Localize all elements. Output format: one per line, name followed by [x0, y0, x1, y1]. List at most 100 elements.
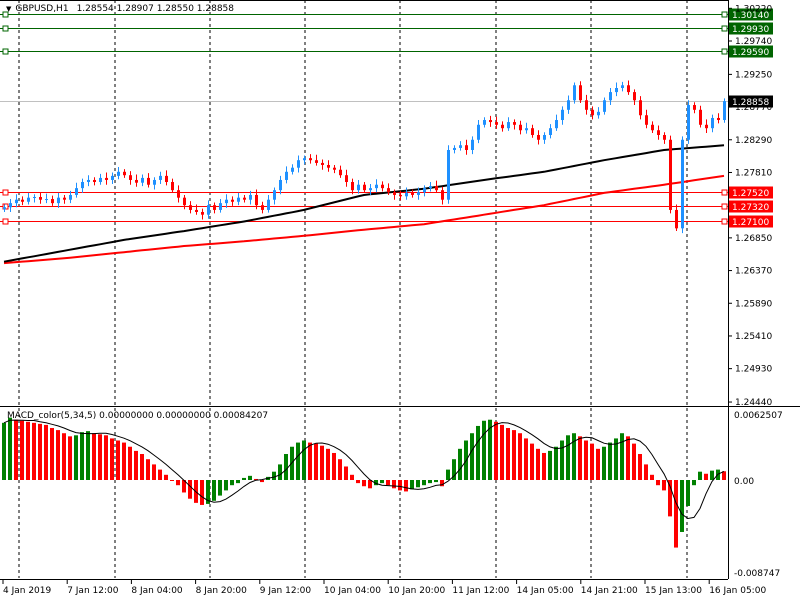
- candle-body: [693, 105, 696, 110]
- macd-bar: [68, 436, 72, 480]
- candle-body: [45, 199, 48, 201]
- time-axis-label: 11 Jan 12:00: [452, 586, 509, 596]
- candle-body: [123, 171, 126, 176]
- macd-bar: [128, 446, 132, 480]
- candle-body: [93, 179, 96, 183]
- macd-bar: [674, 480, 678, 548]
- candle-body: [297, 160, 300, 168]
- candle-body: [213, 205, 216, 210]
- candle-body: [459, 145, 462, 148]
- macd-bar: [614, 438, 618, 480]
- candle-body: [315, 160, 318, 163]
- macd-bar: [284, 454, 288, 480]
- macd-bar: [260, 480, 264, 483]
- candle-body: [351, 182, 354, 191]
- candle-body: [621, 85, 624, 89]
- candle-body: [255, 194, 258, 206]
- macd-bar: [314, 443, 318, 480]
- macd-bar: [86, 431, 90, 480]
- macd-bar: [518, 433, 522, 480]
- candle-body: [333, 167, 336, 170]
- price-tick-label: 1.30220: [735, 4, 772, 14]
- level-price-label: 1.27520: [732, 189, 769, 199]
- macd-bar: [632, 443, 636, 480]
- level-price-label: 1.27100: [732, 218, 769, 228]
- candle-body: [177, 190, 180, 198]
- candle-body: [453, 147, 456, 150]
- current-price-label: 1.28858: [732, 98, 769, 108]
- candle-body: [201, 211, 204, 215]
- candle-body: [141, 177, 144, 183]
- macd-bar: [458, 448, 462, 480]
- dropdown-triangle-icon[interactable]: ▼: [6, 5, 11, 13]
- macd-histogram: [2, 417, 726, 548]
- candle-body: [321, 162, 324, 165]
- candle-body: [231, 199, 234, 202]
- macd-bar: [470, 433, 474, 480]
- macd-bar: [356, 480, 360, 484]
- candle-body: [615, 88, 618, 93]
- level-handle-left: [2, 25, 9, 32]
- time-axis-label: 14 Jan 21:00: [581, 586, 638, 596]
- macd-bar: [596, 448, 600, 480]
- macd-bar: [80, 432, 84, 480]
- candle-body: [309, 158, 312, 161]
- candle-body: [651, 124, 654, 131]
- level-handle-right: [721, 48, 728, 55]
- candle-body: [657, 130, 660, 136]
- candle-body: [531, 128, 534, 136]
- macd-bar: [692, 480, 696, 486]
- macd-bar: [344, 466, 348, 480]
- candle-body: [285, 171, 288, 180]
- candle-body: [3, 207, 6, 210]
- macd-bar: [536, 448, 540, 480]
- candle-body: [99, 177, 102, 183]
- macd-bar: [386, 480, 390, 486]
- candle-body: [159, 175, 162, 180]
- price-chart[interactable]: 1.301401.299301.295901.275201.273201.271…: [0, 0, 800, 600]
- candle-body: [585, 100, 588, 110]
- macd-bar: [680, 480, 684, 532]
- macd-bar: [686, 480, 690, 506]
- macd-bar: [428, 480, 432, 484]
- level-handle-left: [2, 48, 9, 55]
- level-handle-left: [2, 218, 9, 225]
- macd-bar: [14, 419, 18, 480]
- candle-body: [369, 188, 372, 191]
- macd-bar: [494, 421, 498, 480]
- candle-body: [675, 209, 678, 229]
- candle-body: [135, 179, 138, 183]
- time-axis-label: 9 Jan 12:00: [260, 586, 312, 596]
- macd-bar: [548, 450, 552, 480]
- candle-body: [189, 205, 192, 210]
- macd-bar: [26, 421, 30, 480]
- candles: [3, 80, 726, 234]
- candle-body: [225, 199, 228, 204]
- time-axis-label: 10 Jan 20:00: [388, 586, 445, 596]
- level-price-label: 1.29590: [732, 48, 769, 58]
- macd-bar: [476, 425, 480, 480]
- candle-body: [471, 139, 474, 150]
- macd-bar: [350, 474, 354, 480]
- level-handle-right: [721, 189, 728, 196]
- macd-bar: [566, 435, 570, 480]
- candle-body: [249, 194, 252, 200]
- price-tick-label: 1.24440: [735, 398, 772, 408]
- candle-body: [219, 203, 222, 210]
- candle-body: [243, 197, 246, 200]
- macd-bar: [542, 452, 546, 480]
- candle-body: [183, 197, 186, 206]
- candle-body: [57, 197, 60, 204]
- macd-bar: [338, 459, 342, 480]
- price-tick-label: 1.29250: [735, 70, 772, 80]
- candle-body: [381, 184, 384, 189]
- macd-bar: [530, 443, 534, 480]
- price-tick-label: 1.27810: [735, 168, 772, 178]
- candle-body: [345, 175, 348, 183]
- candle-body: [603, 100, 606, 112]
- time-axis-label: 7 Jan 12:00: [67, 586, 119, 596]
- candle-body: [417, 192, 420, 195]
- candle-body: [441, 190, 444, 200]
- candle-body: [69, 194, 72, 200]
- macd-bar: [398, 480, 402, 491]
